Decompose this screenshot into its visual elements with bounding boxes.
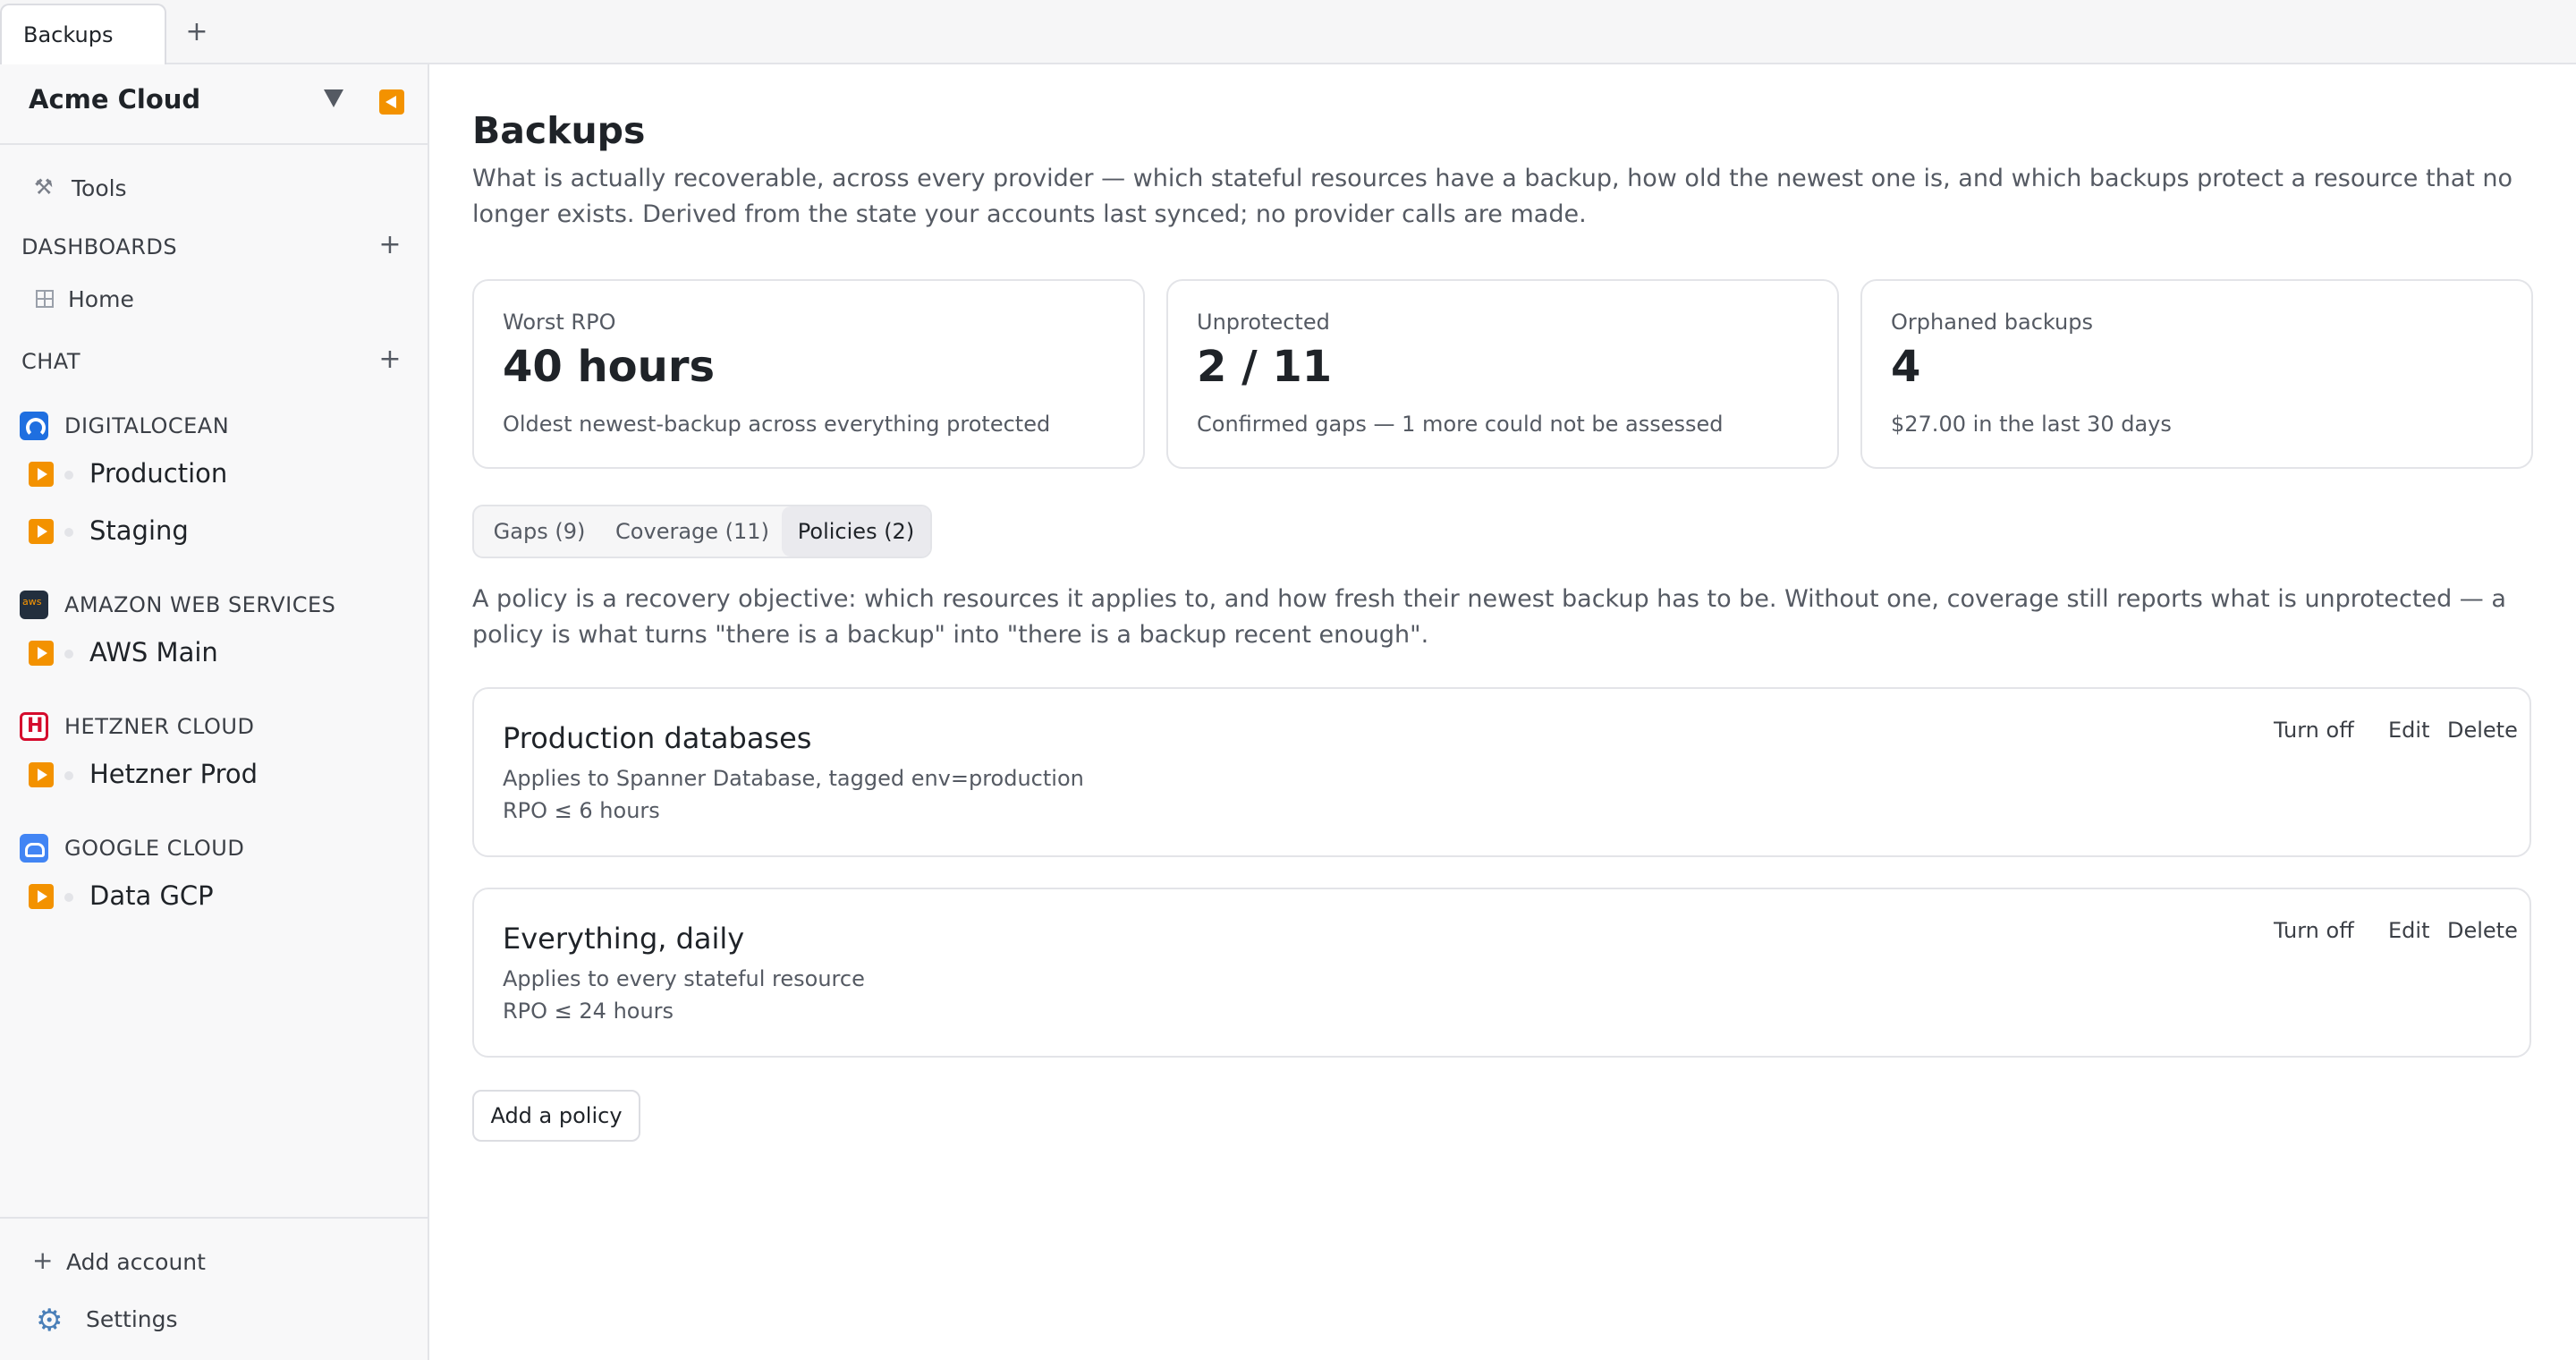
hetzner-icon <box>20 712 48 741</box>
provider-digitalocean[interactable]: DIGITALOCEAN <box>0 406 428 446</box>
turn-off-button[interactable]: Turn off <box>2274 718 2354 743</box>
provider-label: AMAZON WEB SERVICES <box>64 592 336 617</box>
status-dot <box>64 893 73 902</box>
tab-backups[interactable]: Backups <box>0 4 166 64</box>
account-label: Staging <box>89 515 189 546</box>
policy-scope: Applies to Spanner Database, tagged env=… <box>503 766 1084 791</box>
edit-button[interactable]: Edit <box>2388 718 2429 743</box>
collapse-sidebar-icon[interactable] <box>379 89 404 115</box>
dashboards-section-header: DASHBOARDS + <box>0 229 428 265</box>
sidebar-item-home[interactable]: Home <box>0 279 428 322</box>
new-tab-button[interactable]: + <box>179 14 215 50</box>
sidebar-item-aws-main[interactable]: AWS Main <box>0 630 428 675</box>
page-title: Backups <box>472 109 646 152</box>
stat-label: Unprotected <box>1197 310 1330 335</box>
policy-scope: Applies to every stateful resource <box>503 966 865 991</box>
stat-label: Worst RPO <box>503 310 616 335</box>
add-account-label: Add account <box>66 1249 206 1275</box>
stat-value: 4 <box>1891 342 1921 392</box>
tab-gaps[interactable]: Gaps (9) <box>476 506 603 557</box>
provider-label: GOOGLE CLOUD <box>64 836 245 861</box>
sidebar-item-label: Home <box>68 286 134 312</box>
stat-card-unprotected: Unprotected 2 / 11 Confirmed gaps — 1 mo… <box>1166 279 1839 469</box>
sidebar-item-label: Tools <box>72 175 127 201</box>
tab-strip: Backups + <box>0 0 2576 64</box>
sidebar-item-production[interactable]: Production <box>0 451 428 496</box>
sidebar-item-settings[interactable]: ⚙ Settings <box>0 1297 428 1340</box>
chat-section-header: CHAT + <box>0 344 428 379</box>
provider-google-cloud[interactable]: GOOGLE CLOUD <box>0 829 428 868</box>
account-label: Data GCP <box>89 880 214 911</box>
policy-name: Everything, daily <box>503 922 745 956</box>
google-cloud-icon <box>20 834 48 863</box>
provider-hetzner[interactable]: HETZNER CLOUD <box>0 707 428 746</box>
sidebar-divider <box>0 1217 428 1219</box>
view-tabs: Gaps (9) Coverage (11) Policies (2) <box>472 505 932 558</box>
status-dot <box>64 771 73 780</box>
sidebar-item-data-gcp[interactable]: Data GCP <box>0 873 428 918</box>
tab-policies[interactable]: Policies (2) <box>782 506 930 557</box>
tools-icon: ⚒ <box>34 174 54 200</box>
stat-subtext: Oldest newest-backup across everything p… <box>503 412 1051 437</box>
play-icon <box>29 641 54 666</box>
account-label: AWS Main <box>89 637 218 667</box>
tab-coverage[interactable]: Coverage (11) <box>603 506 782 557</box>
policy-card: Everything, daily Applies to every state… <box>472 888 2531 1058</box>
stat-card-orphaned-backups: Orphaned backups 4 $27.00 in the last 30… <box>1860 279 2533 469</box>
stat-label: Orphaned backups <box>1891 310 2093 335</box>
section-label: DASHBOARDS <box>21 234 178 259</box>
stat-subtext: $27.00 in the last 30 days <box>1891 412 2172 437</box>
add-chat-button[interactable]: + <box>376 344 404 376</box>
digitalocean-icon <box>20 412 48 440</box>
provider-aws[interactable]: AMAZON WEB SERVICES <box>0 585 428 625</box>
account-label: Hetzner Prod <box>89 759 258 789</box>
provider-label: HETZNER CLOUD <box>64 714 255 739</box>
play-icon <box>29 884 54 909</box>
add-dashboard-button[interactable]: + <box>376 229 404 261</box>
policy-description: A policy is a recovery objective: which … <box>472 585 2506 649</box>
play-icon <box>29 462 54 487</box>
delete-button[interactable]: Delete <box>2447 918 2518 943</box>
policy-rpo: RPO ≤ 24 hours <box>503 999 674 1024</box>
status-dot <box>64 528 73 537</box>
gear-icon: ⚙ <box>36 1303 64 1339</box>
sidebar-item-hetzner-prod[interactable]: Hetzner Prod <box>0 752 428 796</box>
page-description: What is actually recoverable, across eve… <box>472 165 2513 228</box>
section-label: CHAT <box>21 349 81 374</box>
main-content: Backups What is actually recoverable, ac… <box>431 64 2576 1360</box>
sidebar: Acme Cloud ⚒ Tools DASHBOARDS + Home CHA… <box>0 64 429 1360</box>
play-icon <box>29 762 54 787</box>
delete-button[interactable]: Delete <box>2447 718 2518 743</box>
plus-icon: + <box>32 1245 54 1275</box>
edit-button[interactable]: Edit <box>2388 918 2429 943</box>
account-label: Production <box>89 458 228 489</box>
add-account-button[interactable]: + Add account <box>0 1242 428 1281</box>
stat-value: 40 hours <box>503 342 716 392</box>
turn-off-button[interactable]: Turn off <box>2274 918 2354 943</box>
add-policy-button[interactable]: Add a policy <box>472 1090 640 1142</box>
grid-icon <box>36 290 54 308</box>
status-dot <box>64 471 73 480</box>
settings-label: Settings <box>86 1306 178 1332</box>
chevron-down-icon[interactable] <box>324 89 343 107</box>
stat-card-worst-rpo: Worst RPO 40 hours Oldest newest-backup … <box>472 279 1145 469</box>
workspace-name: Acme Cloud <box>29 84 201 115</box>
workspace-switcher[interactable]: Acme Cloud <box>0 64 428 145</box>
provider-label: DIGITALOCEAN <box>64 413 230 438</box>
aws-icon <box>20 591 48 619</box>
policy-card: Production databases Applies to Spanner … <box>472 687 2531 857</box>
sidebar-item-tools[interactable]: ⚒ Tools <box>0 165 428 209</box>
status-dot <box>64 650 73 659</box>
play-icon <box>29 519 54 544</box>
policy-name: Production databases <box>503 721 812 755</box>
policy-rpo: RPO ≤ 6 hours <box>503 798 660 823</box>
stat-value: 2 / 11 <box>1197 342 1333 392</box>
stat-subtext: Confirmed gaps — 1 more could not be ass… <box>1197 412 1724 437</box>
sidebar-item-staging[interactable]: Staging <box>0 508 428 553</box>
